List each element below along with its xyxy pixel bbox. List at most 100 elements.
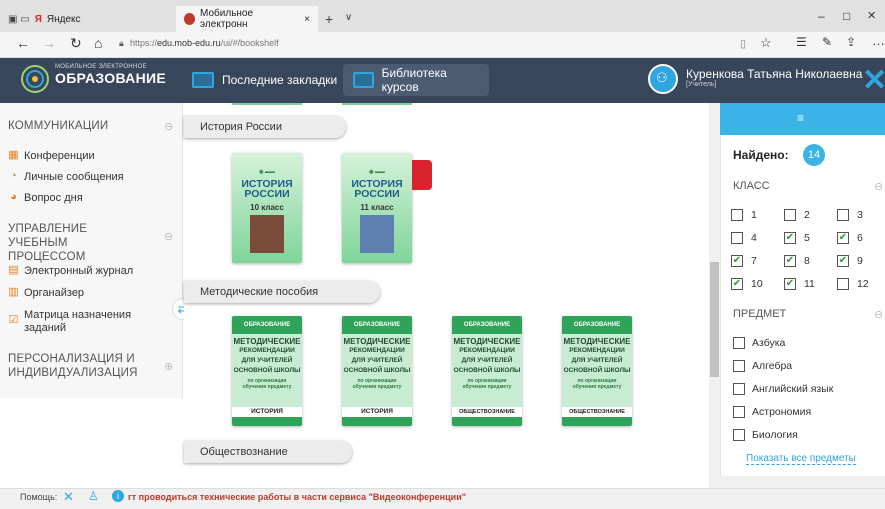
section-personalization[interactable]: ПЕРСОНАЛИЗАЦИЯ И ИНДИВИДУАЛИЗАЦИЯ <box>8 352 158 380</box>
class-checkbox[interactable]: 12 <box>837 278 869 290</box>
checkmark-icon[interactable]: ✔ <box>731 255 743 267</box>
book-title: ИСТОРИЯ РОССИИ <box>351 178 403 200</box>
book-card[interactable]: ОБРАЗОВАНИЕ МЕТОДИЧЕСКИЕ РЕКОМЕНДАЦИИ ДЛ… <box>562 316 632 426</box>
class-checkbox[interactable]: 2 <box>784 209 810 221</box>
tab-actions-icon[interactable]: ▣ ▭ <box>8 14 30 25</box>
logo-icon <box>21 65 49 93</box>
checkmark-icon[interactable]: ✔ <box>784 278 796 290</box>
class-checkbox[interactable]: ✔ 11 <box>784 278 815 290</box>
matrix-icon: ☑ <box>8 314 19 326</box>
book-subtitle: ДЛЯ УЧИТЕЛЕЙ <box>461 357 513 364</box>
book-card[interactable]: ◉ ▬▬ ИСТОРИЯ РОССИИ 11 класс <box>342 153 412 263</box>
book-card[interactable]: ОБРАЗОВАНИЕ МЕТОДИЧЕСКИЕ РЕКОМЕНДАЦИИ ДЛ… <box>452 316 522 426</box>
class-checkbox[interactable]: 4 <box>731 232 757 244</box>
subject-checkbox[interactable]: Азбука <box>733 337 785 349</box>
sidebar-item-organizer[interactable]: Органайзер <box>24 287 84 300</box>
back-icon[interactable]: ← <box>16 35 30 51</box>
shelf-title[interactable]: История России <box>184 116 346 138</box>
class-checkbox[interactable]: 3 <box>837 209 863 221</box>
bookmark-ribbon[interactable] <box>412 160 432 190</box>
book-title: МЕТОДИЧЕСКИЕ <box>233 337 301 346</box>
share-icon[interactable]: ⇪ <box>846 35 856 49</box>
section-communications[interactable]: КОММУНИКАЦИИ <box>8 119 108 133</box>
scrollbar-thumb[interactable] <box>710 262 719 377</box>
browser-tab-mobedu[interactable]: Мобильное электронн × <box>176 6 318 32</box>
subject-label: Биология <box>752 429 798 441</box>
expand-icon[interactable]: ⊕ <box>164 360 173 373</box>
checkbox[interactable] <box>837 209 849 221</box>
logo[interactable]: МОБИЛЬНОЕ ЭЛЕКТРОННОЕ ОБРАЗОВАНИЕ <box>55 64 166 86</box>
more-icon[interactable]: … <box>872 33 885 48</box>
book-brand: ОБРАЗОВАНИЕ <box>353 322 401 328</box>
tab-menu-icon[interactable]: ∨ <box>345 12 352 23</box>
shelf-title[interactable]: Методические пособия <box>184 281 380 303</box>
shelf-title[interactable]: Обществознание <box>184 441 352 463</box>
subject-checkbox[interactable]: Английский язык <box>733 383 833 395</box>
collapse-icon[interactable]: ⊖ <box>164 230 173 243</box>
checkbox[interactable] <box>733 337 745 349</box>
new-tab-icon[interactable]: + <box>325 11 333 27</box>
checkmark-icon[interactable]: ✔ <box>784 255 796 267</box>
url-field[interactable]: https://edu.mob-edu.ru/ui/#/bookshelf <box>130 38 279 48</box>
subject-checkbox[interactable]: Биология <box>733 429 798 441</box>
horizontal-scrollbar[interactable] <box>720 476 885 488</box>
sidebar-item-conferences[interactable]: Конференции <box>24 150 95 163</box>
checkbox[interactable] <box>733 360 745 372</box>
minimize-icon[interactable]: – <box>818 9 825 23</box>
section-learning-management[interactable]: УПРАВЛЕНИЕ УЧЕБНЫМ ПРОЦЕССОМ <box>8 222 148 264</box>
subject-checkbox[interactable]: Астрономия <box>733 406 811 418</box>
class-checkbox[interactable]: ✔ 8 <box>784 255 810 267</box>
class-checkbox[interactable]: ✔ 9 <box>837 255 863 267</box>
browser-tab-yandex[interactable]: ▣ ▭ Я Яндекс <box>0 6 175 32</box>
class-checkbox[interactable]: 1 <box>731 209 757 221</box>
refresh-icon[interactable]: ↻ <box>70 35 82 52</box>
checkbox[interactable] <box>784 209 796 221</box>
book-card[interactable]: ◉ ▬▬ ИСТОРИЯ РОССИИ 10 класс <box>232 153 302 263</box>
nav-label: Последние закладки <box>222 73 338 87</box>
checkmark-icon[interactable]: ✔ <box>784 232 796 244</box>
tab-close-icon[interactable]: × <box>304 14 310 25</box>
filter-icon[interactable]: ≡ <box>797 111 804 125</box>
class-label: 12 <box>857 278 869 290</box>
maximize-icon[interactable]: □ <box>843 9 850 23</box>
checkbox[interactable] <box>733 406 745 418</box>
sidebar-item-question-of-day[interactable]: Вопрос дня <box>24 192 83 205</box>
subject-checkbox[interactable]: Алгебра <box>733 360 792 372</box>
collapse-icon[interactable]: ⊖ <box>874 308 883 321</box>
checkbox[interactable] <box>733 429 745 441</box>
sidebar-item-e-journal[interactable]: Электронный журнал <box>24 265 133 278</box>
window-close-icon[interactable]: ✕ <box>867 9 876 22</box>
reading-view-icon[interactable]: ▯ <box>740 37 746 50</box>
header-close-button[interactable]: ✕ <box>862 63 885 98</box>
favorite-star-icon[interactable]: ☆ <box>760 35 772 51</box>
checkbox[interactable] <box>837 278 849 290</box>
checkbox[interactable] <box>731 232 743 244</box>
forward-icon[interactable]: → <box>42 35 56 51</box>
collapse-icon[interactable]: ⊖ <box>874 180 883 193</box>
notes-pen-icon[interactable]: ✎ <box>822 35 832 49</box>
checkbox[interactable] <box>731 209 743 221</box>
home-icon[interactable]: ⌂ <box>94 35 102 51</box>
nav-course-library[interactable]: Библиотека курсов <box>343 64 489 96</box>
user-name[interactable]: Куренкова Татьяна Николаевна <box>686 67 862 81</box>
checkbox[interactable] <box>733 383 745 395</box>
class-checkbox[interactable]: ✔ 7 <box>731 255 757 267</box>
class-checkbox[interactable]: ✔ 6 <box>837 232 863 244</box>
info-icon[interactable]: i <box>112 490 124 502</box>
book-card[interactable]: ОБРАЗОВАНИЕ МЕТОДИЧЕСКИЕ РЕКОМЕНДАЦИИ ДЛ… <box>232 316 302 426</box>
calendar-icon: ▥ <box>8 286 19 298</box>
sidebar-item-messages[interactable]: Личные сообщения <box>24 171 124 184</box>
checkmark-icon[interactable]: ✔ <box>837 232 849 244</box>
sidebar-item-assignment-matrix[interactable]: Матрица назначения заданий <box>24 309 154 335</box>
show-all-subjects-link[interactable]: Показать все предметы <box>746 453 856 465</box>
support-user-icon[interactable]: ♙ <box>88 489 99 503</box>
class-checkbox[interactable]: ✔ 5 <box>784 232 810 244</box>
book-card[interactable]: ОБРАЗОВАНИЕ МЕТОДИЧЕСКИЕ РЕКОМЕНДАЦИИ ДЛ… <box>342 316 412 426</box>
checkmark-icon[interactable]: ✔ <box>837 255 849 267</box>
checkmark-icon[interactable]: ✔ <box>731 278 743 290</box>
tools-icon[interactable]: ✕ <box>63 489 74 505</box>
nav-recent-bookmarks[interactable]: Последние закладки <box>182 64 347 96</box>
collapse-icon[interactable]: ⊖ <box>164 120 173 133</box>
class-checkbox[interactable]: ✔ 10 <box>731 278 763 290</box>
favorites-hub-icon[interactable]: ☰ <box>796 35 807 49</box>
